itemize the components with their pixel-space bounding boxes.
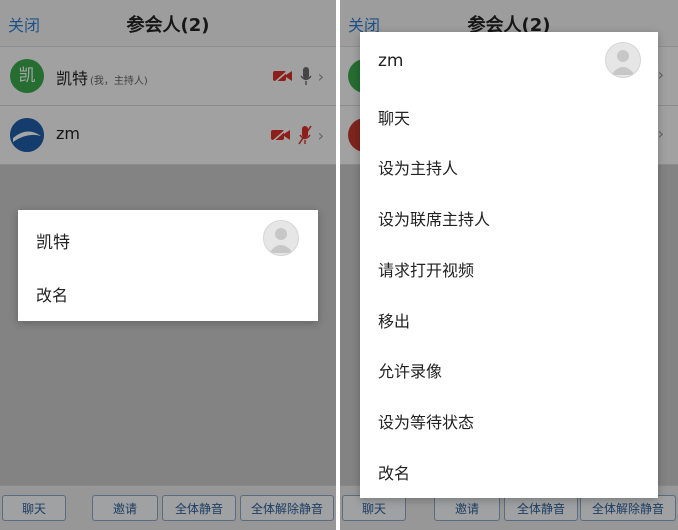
menu-item-request-video[interactable]: 请求打开视频	[378, 257, 474, 281]
menu-item-chat[interactable]: 聊天	[378, 105, 410, 129]
left-screen: 关闭 参会人(2) 凯 凯特 (我，主持人) › zm › 聊天 邀请 全体静音 …	[0, 0, 336, 530]
menu-item-allow-recording[interactable]: 允许录像	[378, 358, 442, 382]
menu-item-make-host[interactable]: 设为主持人	[378, 155, 458, 179]
participant-action-menu: zm 聊天 设为主持人 设为联席主持人 请求打开视频 移出 允许录像 设为等待状…	[360, 32, 658, 498]
dialog-participant-name: zm	[378, 51, 404, 71]
right-screen: 关闭 参会人(2) › › 聊天 邀请 全体静音 全体解除静音 zm 聊天 设为…	[340, 0, 678, 530]
default-avatar-icon	[605, 42, 641, 78]
menu-item-remove[interactable]: 移出	[378, 308, 410, 332]
menu-item-set-waiting[interactable]: 设为等待状态	[378, 409, 474, 433]
default-avatar-icon	[263, 220, 299, 256]
participant-action-dialog: 凯特 改名	[18, 210, 318, 321]
dialog-participant-name: 凯特	[36, 233, 70, 253]
rename-menu-item[interactable]: 改名	[36, 282, 68, 306]
menu-item-rename[interactable]: 改名	[378, 460, 410, 484]
menu-item-make-cohost[interactable]: 设为联席主持人	[378, 206, 490, 230]
